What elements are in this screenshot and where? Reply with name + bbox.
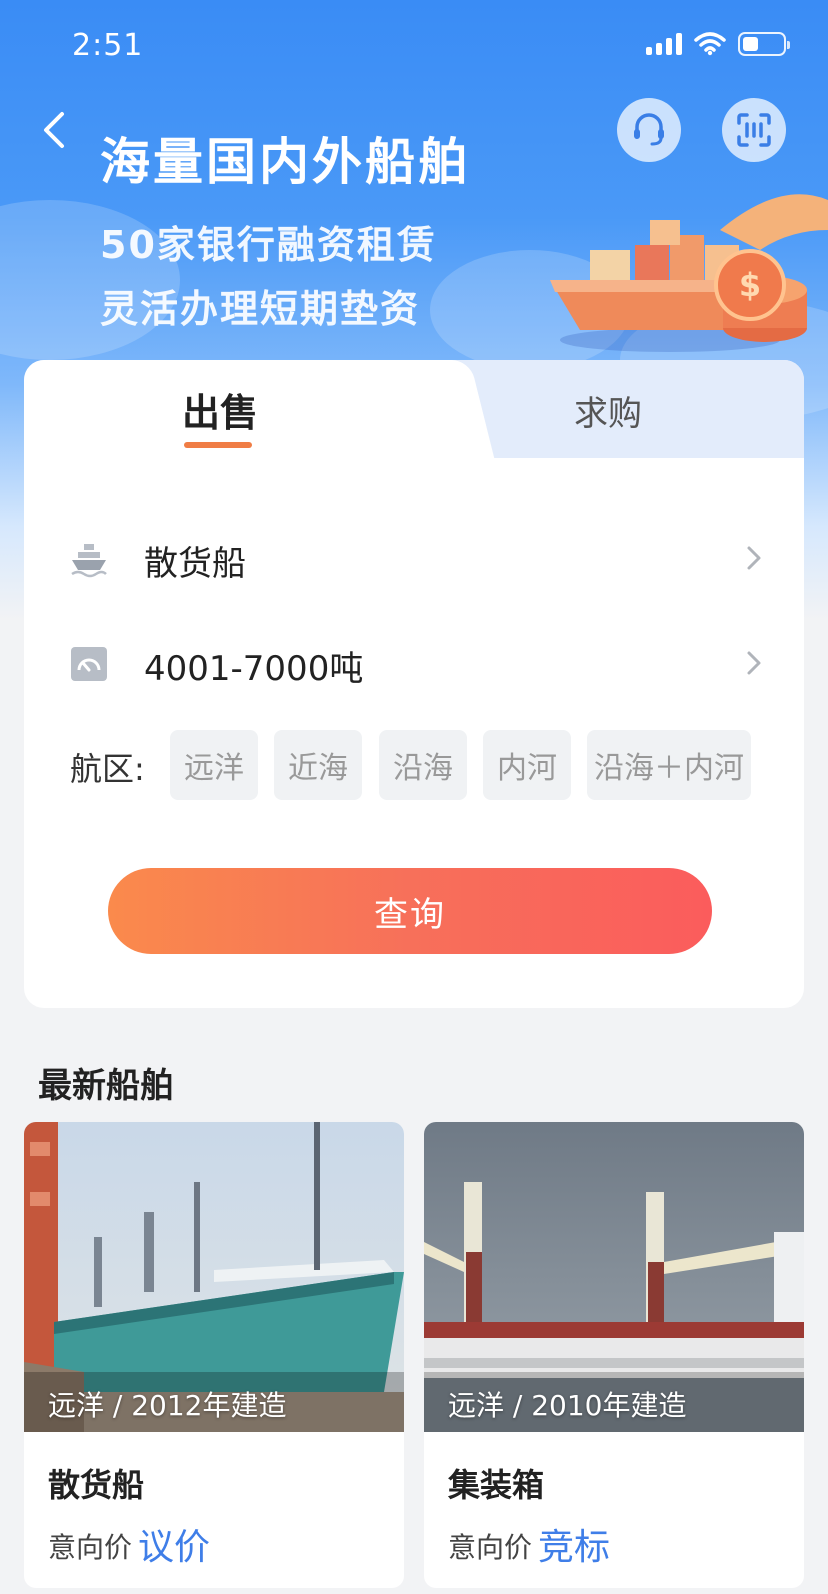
query-button[interactable]: 查询 [108,868,712,954]
tab-sell-label[interactable]: 出售 [182,382,258,437]
cellular-signal-icon [646,33,682,55]
svg-text:$: $ [739,266,761,304]
gauge-icon [71,647,107,681]
headset-icon [634,113,664,146]
ship-type-value: 散货船 [144,544,246,584]
price-value: 议价 [138,1527,211,1568]
back-icon[interactable] [36,108,76,152]
region-label: 航区: [70,750,145,788]
ship-card[interactable]: 远洋 / 2012年建造 散货船 意向价 议价 [24,1122,404,1588]
latest-ships-title: 最新船舶 [38,1066,174,1106]
tab-buy-label[interactable]: 求购 [574,386,642,435]
price-label: 意向价 [48,1531,133,1564]
ship-type-selector[interactable]: 散货船 [24,530,804,590]
price-value: 竞标 [538,1527,611,1568]
ship-meta: 远洋 / 2010年建造 [448,1389,687,1422]
scan-icon [737,113,771,147]
hero-title: 海量国内外船舶 [100,133,471,191]
ship-name: 集装箱 [448,1466,545,1504]
ship-coins-illustration: $ [550,194,828,352]
region-chip-offshore[interactable]: 近海 [274,730,362,800]
tonnage-value: 4001-7000吨 [144,649,364,689]
region-chip-coastal[interactable]: 沿海 [379,730,467,800]
hero-subtitle-line2: 灵活办理短期垫资 [100,287,421,331]
wifi-icon [694,32,726,56]
ship-icon [71,544,107,578]
search-card: 出售 求购 散货船 4001-7000吨 航区: 远洋 近海 沿海 内河 沿海＋… [24,360,804,1008]
region-chip-coastal-inland[interactable]: 沿海＋内河 [587,730,751,800]
price-label: 意向价 [448,1531,533,1564]
ship-name: 散货船 [48,1466,145,1504]
status-bar: 2:51 [0,0,828,96]
ship-card[interactable]: 远洋 / 2010年建造 集装箱 意向价 竞标 [424,1122,804,1588]
chevron-right-icon [747,651,761,675]
region-chip-ocean[interactable]: 远洋 [170,730,258,800]
region-chip-inland[interactable]: 内河 [483,730,571,800]
status-time: 2:51 [72,28,144,63]
customer-service-button[interactable] [617,98,681,162]
tab-active-indicator [184,442,252,448]
tonnage-selector[interactable]: 4001-7000吨 [24,635,804,695]
scan-button[interactable] [722,98,786,162]
tab-bar: 出售 求购 [24,360,804,458]
chevron-right-icon [747,546,761,570]
battery-icon [738,32,790,56]
ship-meta: 远洋 / 2012年建造 [48,1389,287,1422]
hero-subtitle-line1: 50家银行融资租赁 [100,223,437,267]
